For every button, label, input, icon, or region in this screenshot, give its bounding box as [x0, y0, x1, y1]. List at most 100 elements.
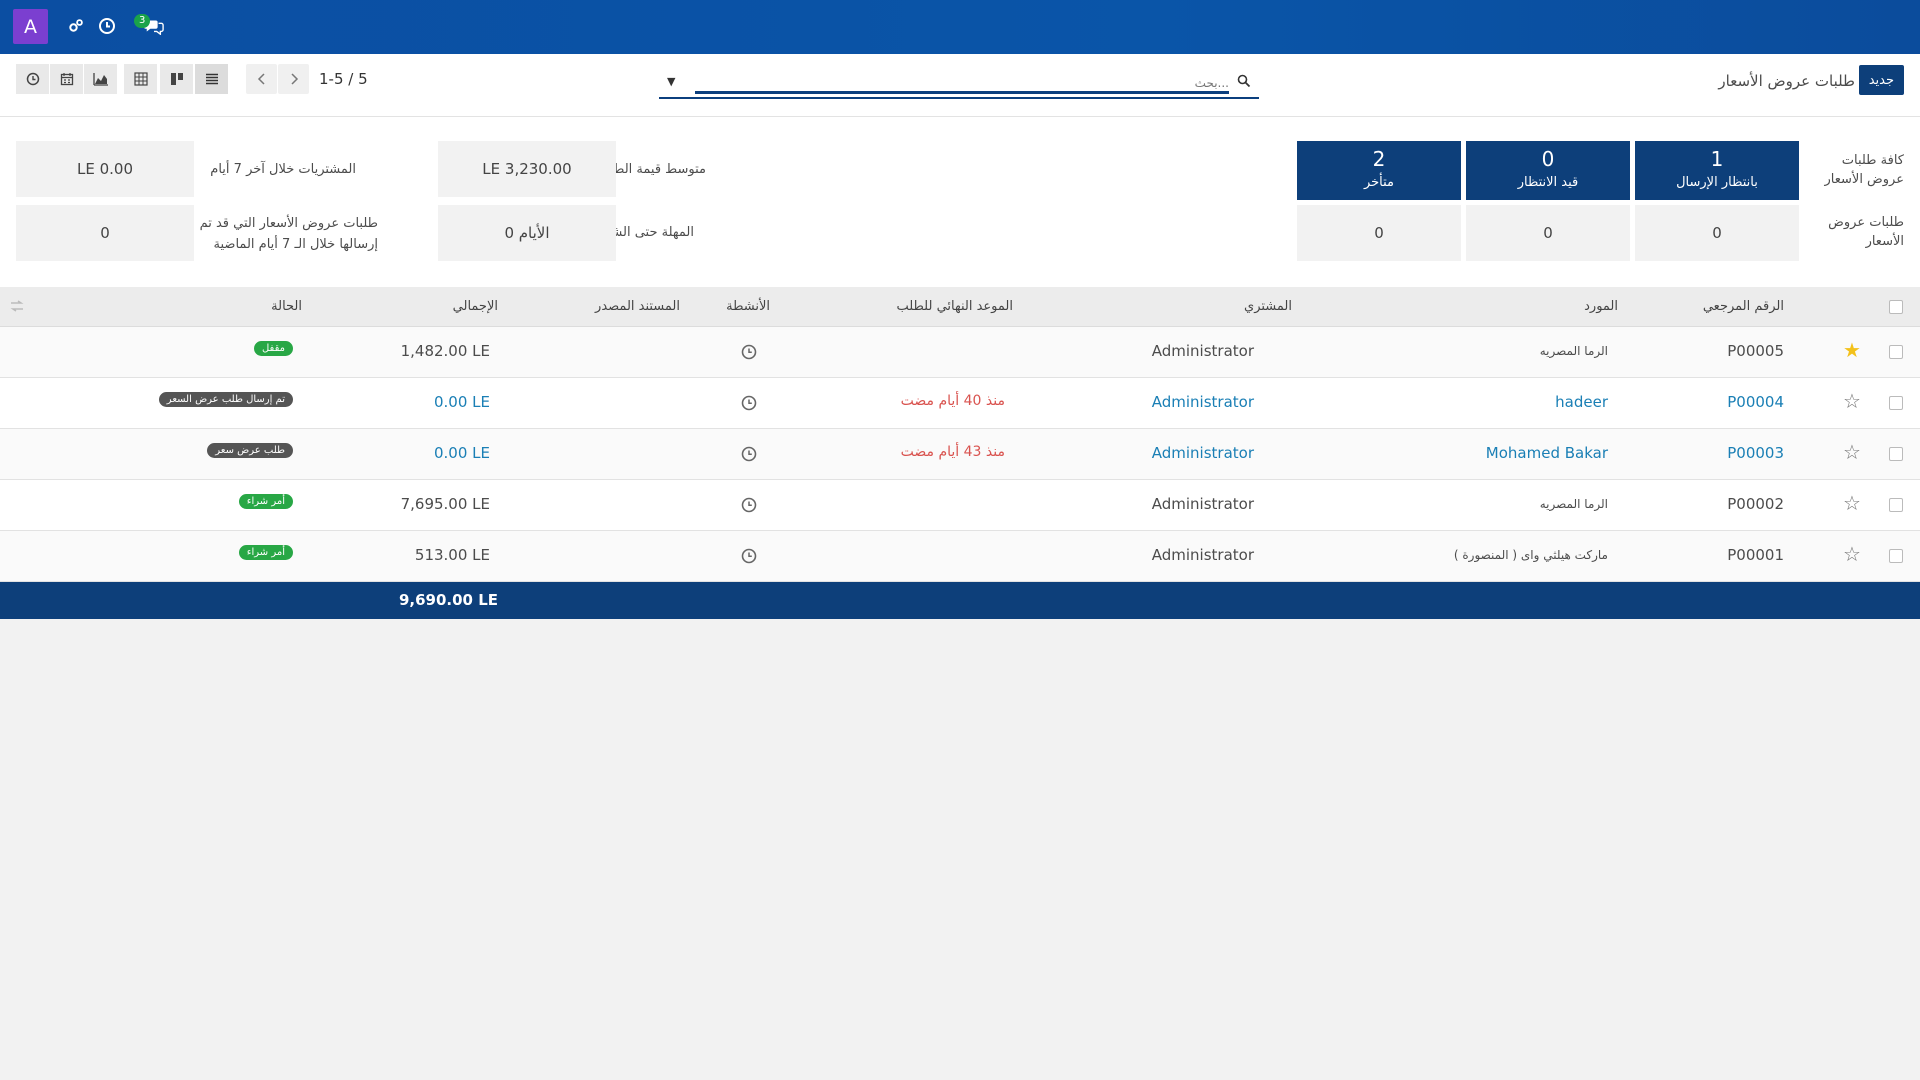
create-button[interactable]: جديد [1858, 65, 1904, 95]
row-checkbox[interactable] [1889, 396, 1903, 410]
row-buyer: Administrator [1151, 342, 1254, 360]
tile-late-label: متأخر [1363, 175, 1395, 190]
row-vendor: ماركت هيلثي واى ( المنصورة ) [1453, 548, 1608, 562]
settings-icon[interactable] [66, 16, 86, 36]
app-switcher-avatar[interactable]: A [13, 9, 48, 44]
tile-to-send[interactable]: 1 بانتظار الإرسال [1635, 141, 1799, 200]
lead-time-value: 0 الأيام [438, 205, 616, 261]
kanban-view-icon[interactable] [160, 64, 194, 94]
tile-late[interactable]: 2 متأخر [1297, 141, 1461, 200]
status-badge: مقفل [253, 341, 293, 356]
activity-clock-icon[interactable] [741, 395, 757, 411]
table-footer-totals: 9,690.00 LE [0, 582, 1920, 619]
rfqs-sent-label-line1: طلبات عروض الأسعار التي قد تم [199, 216, 378, 231]
chat-badge: 3 [134, 14, 151, 28]
activity-view-icon[interactable] [16, 64, 50, 94]
table-row[interactable]: ★ P00005 الرما المصريه Administrator 1,4… [0, 327, 1920, 378]
priority-star-icon[interactable]: ☆ [1843, 389, 1861, 413]
tile-my-waiting[interactable]: 0 [1466, 205, 1630, 261]
search-options-dropdown-icon[interactable]: ▼ [667, 75, 675, 88]
my-rfqs-label: طلبات عروض الأسعار [1828, 215, 1904, 249]
row-vendor: الرما المصريه [1539, 344, 1608, 358]
top-navbar: A 3 [0, 0, 1920, 54]
col-status[interactable]: الحالة [271, 299, 302, 314]
purchase-dashboard: كافة طلبات عروض الأسعار طلبات عروض الأسع… [0, 117, 1920, 287]
col-vendor[interactable]: المورد [1584, 299, 1618, 314]
row-reference: P00005 [1727, 342, 1784, 360]
graph-view-icon[interactable] [84, 64, 118, 94]
priority-star-icon[interactable]: ☆ [1843, 491, 1861, 515]
create-button-label: جديد [1868, 72, 1894, 88]
row-deadline: منذ 40 أيام مضت [900, 393, 1005, 409]
col-reference[interactable]: الرقم المرجعي [1703, 299, 1784, 314]
pager-next-button[interactable] [278, 64, 309, 94]
pager-previous-button[interactable] [246, 64, 277, 94]
control-panel: 1-5 / 5 ▼ طلبات عروض الأسعار جديد [0, 54, 1920, 117]
row-total: 7,695.00 LE [400, 495, 490, 513]
search-input[interactable] [699, 72, 1229, 94]
tile-waiting[interactable]: 0 قيد الانتظار [1466, 141, 1630, 200]
tile-my-late[interactable]: 0 [1297, 205, 1461, 261]
search-bar: ▼ [659, 68, 1259, 99]
tile-to-send-count: 1 [1710, 147, 1724, 171]
rfqs-sent-label-line2: إرسالها خلال الـ 7 أيام الماضية [213, 237, 378, 252]
row-total: 0.00 LE [433, 444, 490, 462]
search-icon[interactable] [1237, 74, 1251, 88]
col-source-document[interactable]: المستند المصدر [595, 299, 680, 314]
pager-value[interactable]: 1-5 / 5 [319, 70, 368, 88]
tile-waiting-count: 0 [1541, 147, 1555, 171]
table-row[interactable]: ☆ P00004 hadeer Administrator منذ 40 أيا… [0, 378, 1920, 429]
purchased-7days-value: LE 0.00 [16, 141, 194, 197]
row-checkbox[interactable] [1889, 498, 1903, 512]
row-checkbox[interactable] [1889, 549, 1903, 563]
pivot-view-icon[interactable] [124, 64, 158, 94]
activity-clock-icon[interactable] [741, 344, 757, 360]
tile-to-send-label: بانتظار الإرسال [1676, 175, 1758, 190]
table-row[interactable]: ☆ P00003 Mohamed Bakar Administrator منذ… [0, 429, 1920, 480]
list-view-icon[interactable] [195, 64, 229, 94]
row-buyer: Administrator [1151, 495, 1254, 513]
col-total[interactable]: الإجمالي [453, 299, 498, 314]
priority-star-icon[interactable]: ☆ [1843, 542, 1861, 566]
footer-total: 9,690.00 LE [398, 591, 498, 609]
row-buyer: Administrator [1151, 444, 1254, 462]
table-row[interactable]: ☆ P00001 ماركت هيلثي واى ( المنصورة ) Ad… [0, 531, 1920, 582]
tile-my-to-send[interactable]: 0 [1635, 205, 1799, 261]
row-deadline: منذ 43 أيام مضت [900, 444, 1005, 460]
row-total: 0.00 LE [433, 393, 490, 411]
row-reference: P00001 [1727, 546, 1784, 564]
rfqs-sent-label: طلبات عروض الأسعار التي قد تم إرسالها خل… [196, 213, 378, 255]
optional-columns-icon[interactable] [10, 300, 24, 312]
tile-waiting-label: قيد الانتظار [1517, 175, 1579, 190]
row-vendor: hadeer [1555, 393, 1608, 411]
rfqs-sent-value: 0 [16, 205, 194, 261]
priority-star-icon[interactable]: ☆ [1843, 440, 1861, 464]
row-checkbox[interactable] [1889, 447, 1903, 461]
status-badge: أمر شراء [238, 494, 293, 509]
activity-clock-icon[interactable] [741, 497, 757, 513]
row-buyer: Administrator [1151, 546, 1254, 564]
avatar-letter: A [24, 15, 37, 38]
table-row[interactable]: ☆ P00002 الرما المصريه Administrator 7,6… [0, 480, 1920, 531]
col-buyer[interactable]: المشتري [1244, 299, 1292, 314]
row-vendor: Mohamed Bakar [1485, 444, 1608, 462]
row-checkbox[interactable] [1889, 345, 1903, 359]
calendar-view-icon[interactable] [50, 64, 84, 94]
activity-clock-icon[interactable] [741, 446, 757, 462]
activity-clock-icon[interactable] [741, 548, 757, 564]
clock-icon[interactable] [97, 16, 117, 36]
status-badge: تم إرسال طلب عرض السعر [158, 392, 293, 407]
purchased-7days-label: المشتريات خلال آخر 7 أيام [210, 162, 356, 177]
col-activities[interactable]: الأنشطة [726, 299, 770, 314]
status-badge: أمر شراء [238, 545, 293, 560]
row-reference: P00002 [1727, 495, 1784, 513]
table-header: الرقم المرجعي المورد المشتري الموعد النه… [0, 287, 1920, 327]
priority-star-icon[interactable]: ★ [1843, 338, 1861, 362]
page-title[interactable]: طلبات عروض الأسعار [1718, 72, 1855, 90]
row-vendor: الرما المصريه [1539, 497, 1608, 511]
row-reference: P00004 [1727, 393, 1784, 411]
col-deadline[interactable]: الموعد النهائي للطلب [896, 299, 1013, 314]
row-buyer: Administrator [1151, 393, 1254, 411]
select-all-checkbox[interactable] [1889, 300, 1903, 314]
status-badge: طلب عرض سعر [207, 443, 293, 458]
